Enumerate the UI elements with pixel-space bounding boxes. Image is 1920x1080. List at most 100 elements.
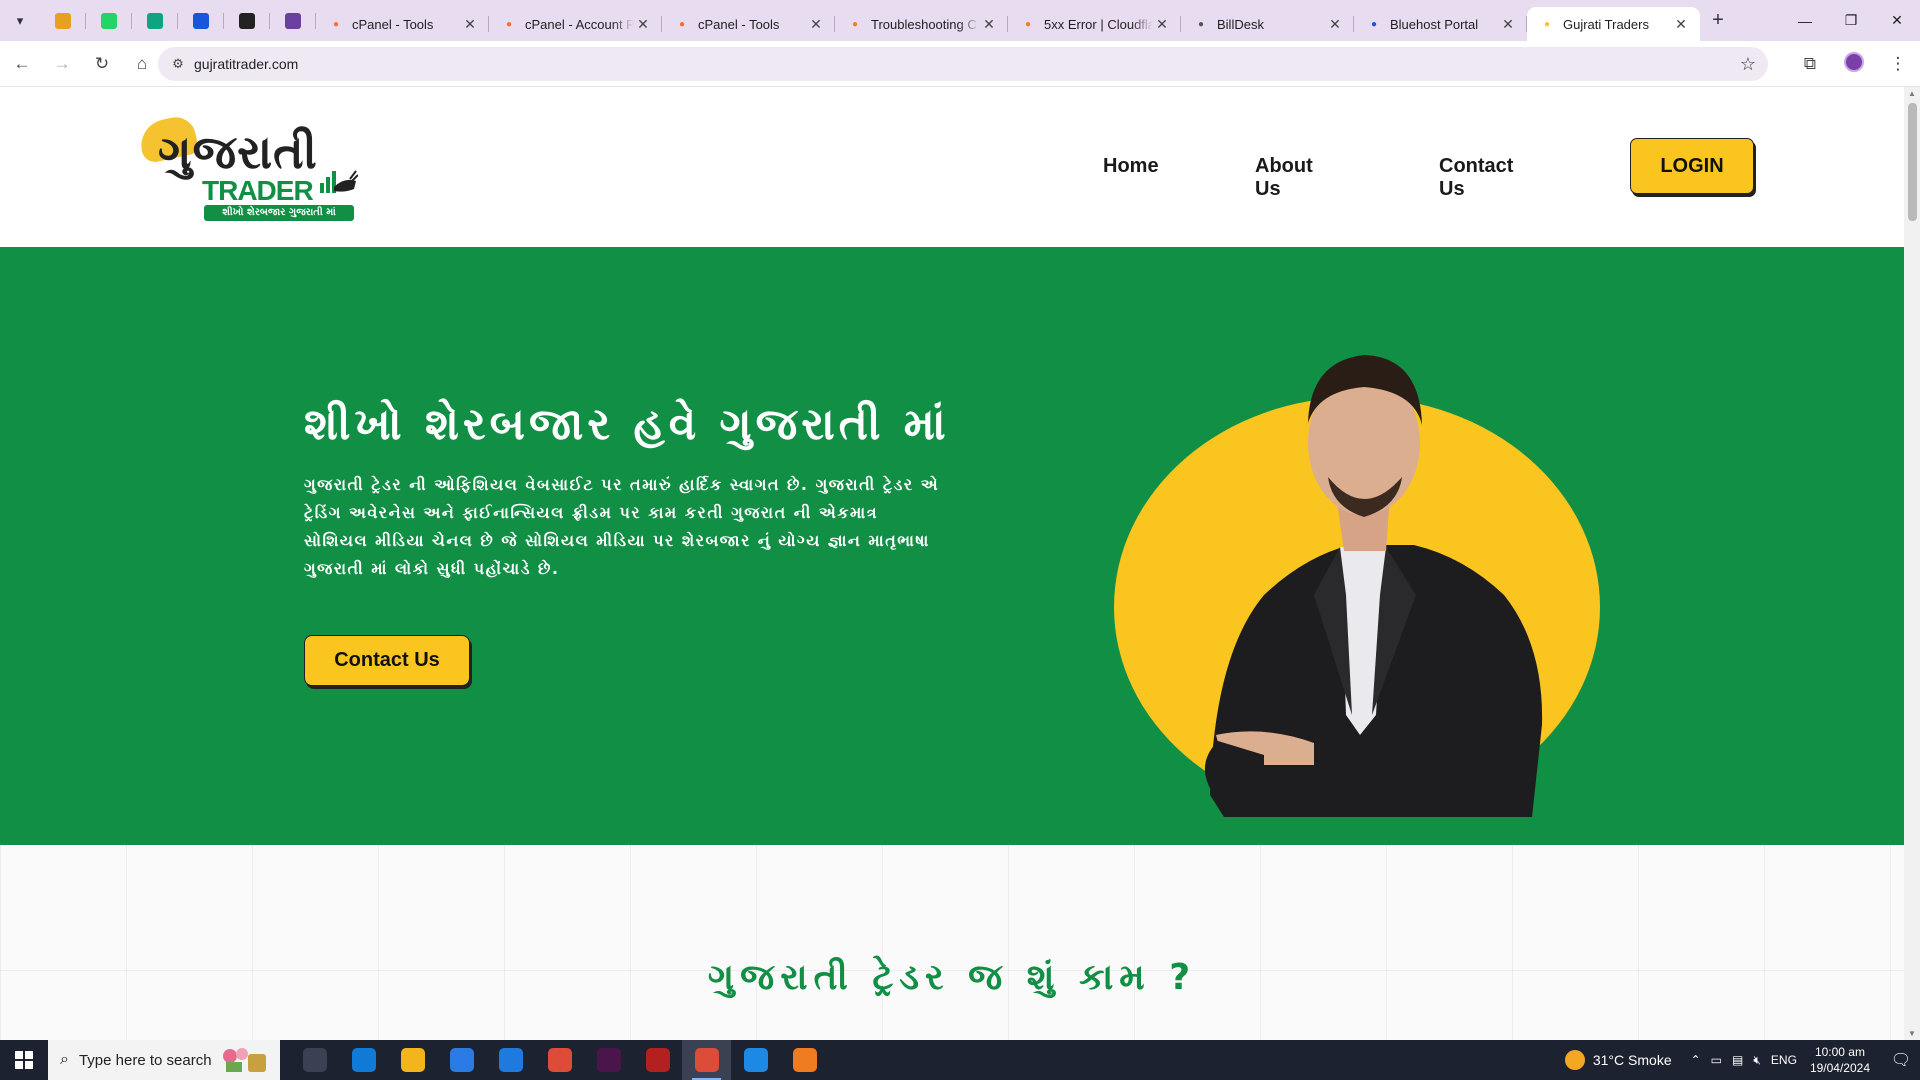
scroll-up-icon[interactable]: ▲ <box>1908 89 1916 98</box>
minimize-icon[interactable]: — <box>1782 0 1828 41</box>
tab-close-icon[interactable]: ✕ <box>807 16 825 33</box>
weather-widget[interactable]: 31°C Smoke <box>1564 1050 1672 1070</box>
tab[interactable]: ● Troubleshooting C ✕ <box>835 7 1008 41</box>
filezilla-icon <box>645 1048 670 1072</box>
hero-description: ગુજરાતી ટ્રેડર ની ઓફિશિયલ વેબસાઈટ પર તમા… <box>304 475 940 578</box>
taskbar-app[interactable] <box>780 1040 829 1080</box>
microsoft-store-icon <box>449 1048 474 1072</box>
tab[interactable]: ● cPanel - Tools ✕ <box>662 7 835 41</box>
tab-close-icon[interactable]: ✕ <box>461 16 479 33</box>
tab-close-icon[interactable]: ✕ <box>634 16 652 33</box>
url-text[interactable]: gujratitrader.com <box>194 56 298 72</box>
browser-tab-bar: ▾ ● cPanel - Tools ✕ ● cPanel - Account P ✕ ● c… <box>0 0 1920 41</box>
hero-contact-button[interactable]: Contact Us <box>304 635 470 686</box>
bookmark-star-icon[interactable]: ☆ <box>1740 54 1756 75</box>
taskbar-app[interactable] <box>437 1040 486 1080</box>
tab-title: cPanel - Tools <box>352 16 434 32</box>
taskbar-app[interactable] <box>584 1040 633 1080</box>
pinned-tab[interactable] <box>86 0 132 41</box>
site-logo[interactable]: ગુજરાતી TRADER શીખો શેરબજાર ગુજરાતી માં <box>136 113 366 221</box>
taskbar-app[interactable] <box>290 1040 339 1080</box>
tab[interactable]: ● Bluehost Portal ✕ <box>1354 7 1527 41</box>
close-window-icon[interactable]: ✕ <box>1874 0 1920 41</box>
tab-close-icon[interactable]: ✕ <box>980 16 998 33</box>
profile-avatar[interactable] <box>1832 51 1876 77</box>
pinned-tabs <box>40 0 316 41</box>
taskbar-app[interactable] <box>535 1040 584 1080</box>
taskbar-app[interactable] <box>388 1040 437 1080</box>
tab-title: Gujrati Traders <box>1563 16 1649 32</box>
taskbar-apps <box>290 1040 829 1080</box>
forward-arrow-icon[interactable]: → <box>44 46 80 82</box>
window-controls: — ❐ ✕ <box>1782 0 1920 41</box>
taskbar-app[interactable] <box>682 1040 731 1080</box>
extensions-puzzle-icon[interactable]: ⧉ <box>1788 54 1832 74</box>
taskbar-app[interactable] <box>633 1040 682 1080</box>
tab-title: Troubleshooting C <box>871 16 977 32</box>
tray-chevron-up-icon[interactable]: ⌃ <box>1691 1053 1701 1067</box>
businessman-photo <box>1204 355 1543 817</box>
edge-icon <box>351 1048 376 1072</box>
tab[interactable]: ● cPanel - Tools ✕ <box>316 7 489 41</box>
back-arrow-icon[interactable]: ← <box>4 46 40 82</box>
browser-menu-icon[interactable]: ⋮ <box>1876 54 1920 74</box>
hero-title: શીખો શેરબજાર હવે ગુજરાતી માં <box>304 399 950 450</box>
login-button[interactable]: LOGIN <box>1630 138 1754 194</box>
tab-title: cPanel - Tools <box>698 16 780 32</box>
pinned-tab[interactable] <box>270 0 316 41</box>
vscode-icon <box>743 1048 768 1072</box>
tab[interactable]: ● 5xx Error | Cloudfla ✕ <box>1008 7 1181 41</box>
mail-icon <box>498 1048 523 1072</box>
tab-search-chevron-icon[interactable]: ▾ <box>0 0 40 41</box>
pinned-tab[interactable] <box>224 0 270 41</box>
scroll-down-icon[interactable]: ▼ <box>1908 1029 1916 1038</box>
github-icon <box>239 12 255 29</box>
logo-tagline: શીખો શેરબજાર ગુજરાતી માં <box>204 205 354 221</box>
pinned-tab[interactable] <box>178 0 224 41</box>
slack-icon <box>596 1048 621 1072</box>
tab[interactable]: ● BillDesk ✕ <box>1181 7 1354 41</box>
taskbar-app[interactable] <box>486 1040 535 1080</box>
cloudflare-icon: ● <box>1024 18 1032 30</box>
home-icon[interactable]: ⌂ <box>124 46 160 82</box>
bluehost-icon: ● <box>1370 18 1378 30</box>
page-scrollbar[interactable]: ▲ ▼ <box>1904 87 1920 1040</box>
bull-chart-icon <box>320 170 358 193</box>
address-bar[interactable]: ⚙ gujratitrader.com ☆ <box>158 47 1768 81</box>
chatgpt-icon <box>147 12 163 29</box>
tab-close-icon[interactable]: ✕ <box>1326 16 1344 33</box>
taskbar-app[interactable] <box>339 1040 388 1080</box>
nav-about-us[interactable]: About Us <box>1255 155 1313 201</box>
tab-active[interactable]: ● Gujrati Traders ✕ <box>1527 7 1700 41</box>
page-viewport: ગુજરાતી TRADER શીખો શેરબજાર ગુજરાતી માં … <box>0 87 1904 1040</box>
clock-time: 10:00 am <box>1814 1045 1865 1059</box>
taskbar-app[interactable] <box>731 1040 780 1080</box>
search-highlight-illustration-icon <box>223 1048 266 1072</box>
site-info-icon[interactable]: ⚙ <box>162 56 194 72</box>
tab[interactable]: ● cPanel - Account P ✕ <box>489 7 662 41</box>
system-clock[interactable]: 10:00 am 19/04/2024 <box>1810 1044 1870 1076</box>
pinned-tab[interactable] <box>132 0 178 41</box>
tab-close-icon[interactable]: ✕ <box>1153 16 1171 33</box>
tab-close-icon[interactable]: ✕ <box>1672 16 1690 33</box>
volume-muted-icon[interactable]: 🔇︎ <box>1753 1053 1761 1068</box>
windows-start-icon[interactable] <box>0 1040 48 1080</box>
search-icon: ⌕ <box>60 1051 69 1068</box>
scrollbar-thumb[interactable] <box>1908 103 1917 221</box>
input-language[interactable]: ENG <box>1771 1053 1797 1067</box>
restore-icon[interactable]: ❐ <box>1828 0 1874 41</box>
whatsapp-icon <box>101 12 117 29</box>
reload-icon[interactable]: ↻ <box>84 46 120 82</box>
new-tab-plus-icon[interactable]: + <box>1700 0 1736 41</box>
tray-device-icon[interactable]: ▭ <box>1711 1053 1722 1067</box>
section-title: ગુજરાતી ટ્રેડર જ શું કામ ? <box>707 957 1197 998</box>
notifications-icon[interactable]: 🗨︎ <box>1882 1050 1920 1070</box>
pinned-tab[interactable] <box>40 0 86 41</box>
network-icon[interactable]: ▤ <box>1732 1053 1743 1067</box>
nav-home[interactable]: Home <box>1103 155 1159 178</box>
taskbar-search-box[interactable]: ⌕ Type here to search <box>48 1040 280 1080</box>
tab-strip: ● cPanel - Tools ✕ ● cPanel - Account P ✕ ● cPa… <box>316 0 1700 41</box>
nav-contact-us[interactable]: Contact Us <box>1439 155 1513 201</box>
gujarati-trader-icon: ● <box>1543 18 1551 30</box>
tab-close-icon[interactable]: ✕ <box>1499 16 1517 33</box>
